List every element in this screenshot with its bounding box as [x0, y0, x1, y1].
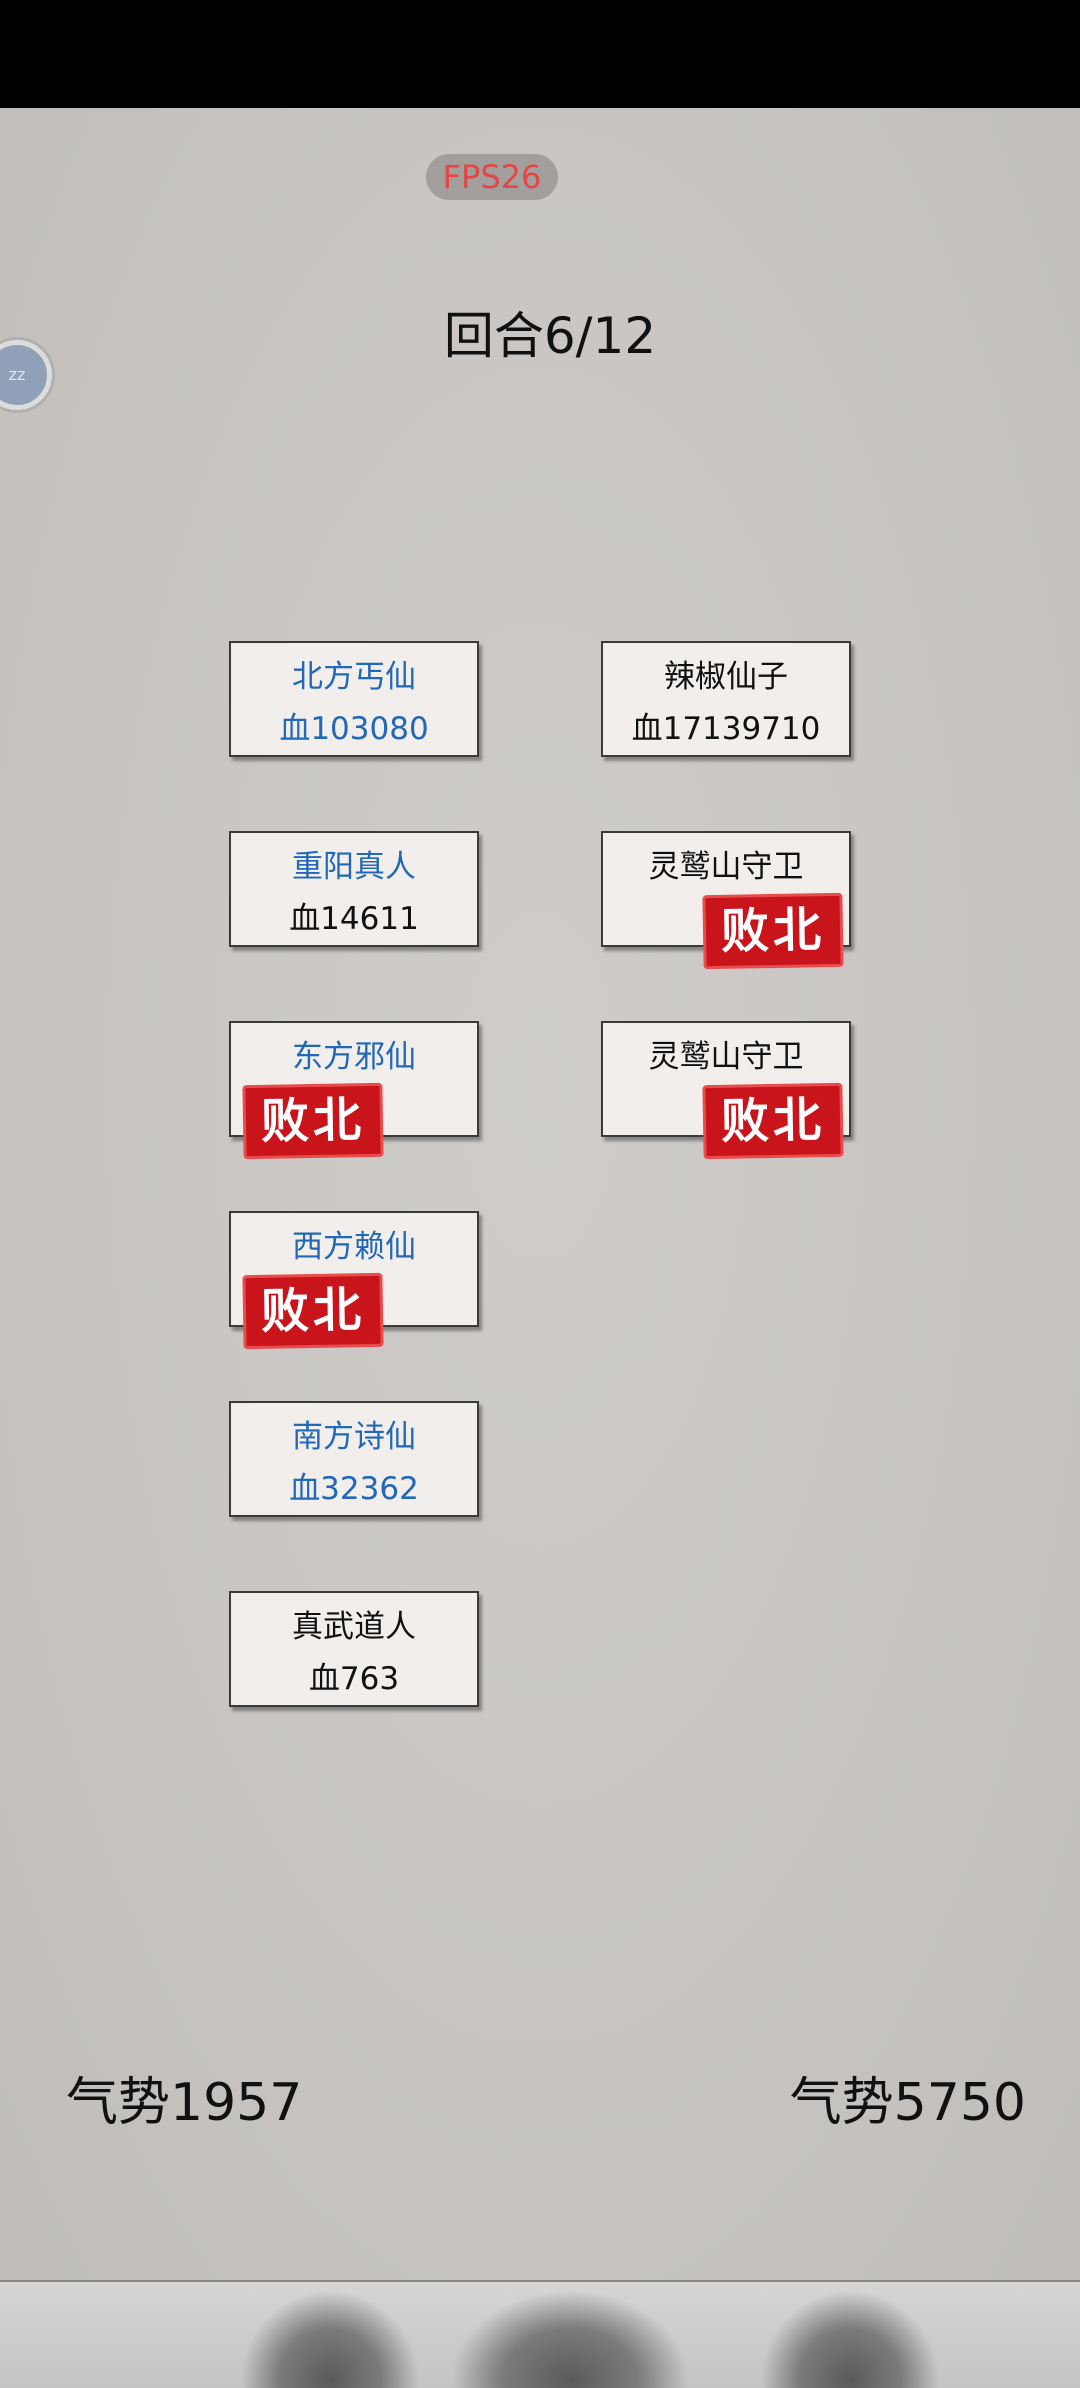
status-bar — [0, 0, 1080, 108]
unit-name: 真武道人 — [292, 1609, 416, 1645]
left-unit-card-5[interactable]: 南方诗仙 血32362 — [229, 1401, 479, 1517]
defeated-stamp: 败北 — [242, 1082, 384, 1160]
defeated-stamp: 败北 — [242, 1272, 384, 1350]
unit-name: 东方邪仙 — [292, 1039, 416, 1075]
unit-name: 灵鹫山守卫 — [648, 1039, 804, 1075]
right-unit-card-3[interactable]: 灵鹫山守卫 败北 — [601, 1021, 851, 1160]
round-counter: 回合6/12 — [443, 307, 657, 365]
unit-name: 灵鹫山守卫 — [648, 849, 804, 885]
defeated-stamp: 败北 — [702, 892, 844, 970]
fps-counter: FPS26 — [426, 154, 558, 200]
bottom-scenery — [0, 2280, 1080, 2388]
right-unit-card-1[interactable]: 辣椒仙子 血17139710 — [601, 641, 851, 757]
defeated-stamp: 败北 — [702, 1082, 844, 1160]
unit-hp: 血32362 — [289, 1471, 419, 1507]
left-momentum: 气势1957 — [66, 2073, 303, 2133]
left-unit-card-1[interactable]: 北方丐仙 血103080 — [229, 641, 479, 757]
battle-stage — [0, 108, 1080, 2280]
unit-name: 南方诗仙 — [292, 1419, 416, 1455]
right-momentum: 气势5750 — [789, 2073, 1026, 2133]
unit-hp: 血763 — [308, 1661, 400, 1697]
left-unit-card-6[interactable]: 真武道人 血763 — [229, 1591, 479, 1707]
pine-tree-silhouette — [450, 2290, 690, 2388]
left-unit-card-4[interactable]: 西方赖仙 败北 — [229, 1211, 479, 1350]
unit-name: 西方赖仙 — [292, 1229, 416, 1265]
left-unit-card-3[interactable]: 东方邪仙 败北 — [229, 1021, 479, 1160]
pine-tree-silhouette — [760, 2290, 940, 2388]
right-unit-card-2[interactable]: 灵鹫山守卫 败北 — [601, 831, 851, 970]
pine-tree-silhouette — [240, 2290, 420, 2388]
unit-hp: 血14611 — [289, 901, 419, 937]
unit-name: 辣椒仙子 — [664, 659, 788, 695]
unit-name: 北方丐仙 — [292, 659, 416, 695]
unit-name: 重阳真人 — [292, 849, 416, 885]
unit-hp: 血103080 — [279, 711, 429, 747]
left-unit-card-2[interactable]: 重阳真人 血14611 — [229, 831, 479, 947]
unit-hp: 血17139710 — [631, 711, 821, 747]
